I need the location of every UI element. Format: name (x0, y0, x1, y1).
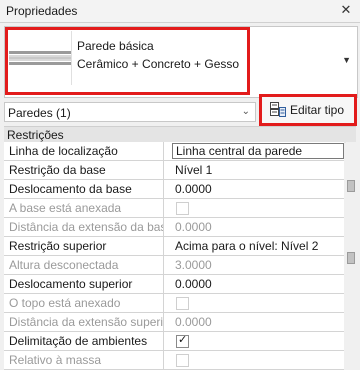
top-extension-value: 0.0000 (175, 315, 212, 329)
property-row-base-attached: A base está anexada (4, 199, 344, 218)
edit-type-button[interactable]: Editar tipo (259, 94, 357, 126)
chevron-down-icon: ⌄ (241, 106, 250, 117)
base-attached-checkbox (176, 202, 189, 215)
properties-titlebar: Propriedades ✕ (0, 0, 360, 23)
property-row-related-to-mass: Relativo à massa (4, 351, 344, 370)
top-attached-checkbox (176, 297, 189, 310)
type-name: Parede básica (77, 39, 154, 53)
base-extension-value: 0.0000 (175, 220, 212, 234)
wall-type-icon (9, 31, 72, 85)
base-constraint-value[interactable]: Nível 1 (172, 161, 344, 179)
property-row-location-line[interactable]: Linha de localização Linha central da pa… (4, 142, 344, 161)
top-constraint-value[interactable]: Acima para o nível: Nível 2 (172, 237, 344, 255)
property-row-top-constraint[interactable]: Restrição superior Acima para o nível: N… (4, 237, 344, 256)
property-name: Restrição da base (4, 161, 164, 179)
property-name: Distância da extensão superior (4, 313, 164, 331)
property-row-top-offset[interactable]: Deslocamento superior 0.0000 (4, 275, 344, 294)
property-name: Deslocamento superior (4, 275, 164, 293)
property-name: Distância da extensão da base (4, 218, 164, 236)
base-offset-input[interactable]: 0.0000 (172, 180, 344, 198)
property-name: Deslocamento da base (4, 180, 164, 198)
property-row-unconnected-height: Altura desconectada 3.0000 (4, 256, 344, 275)
location-line-select[interactable]: Linha central da parede (172, 143, 344, 159)
scroll-thumb[interactable] (347, 180, 355, 192)
property-row-base-extension: Distância da extensão da base 0.0000 (4, 218, 344, 237)
property-name: O topo está anexado (4, 294, 164, 312)
property-row-top-attached: O topo está anexado (4, 294, 344, 313)
property-row-base-offset[interactable]: Deslocamento da base 0.0000 (4, 180, 344, 199)
property-name: A base está anexada (4, 199, 164, 217)
room-bounding-checkbox[interactable]: ✓ (176, 334, 189, 348)
property-row-room-bounding[interactable]: Delimitação de ambientes ✓ (4, 332, 344, 351)
property-scrollbar[interactable] (346, 142, 356, 360)
type-selector[interactable]: Parede básica Cerâmico + Concreto + Gess… (4, 26, 358, 98)
section-constraints[interactable]: Restrições (4, 126, 356, 143)
instance-filter-dropdown[interactable]: Paredes (1) ⌄ (4, 102, 256, 122)
related-to-mass-checkbox (176, 354, 189, 367)
dropdown-arrow-icon[interactable]: ▼ (342, 55, 351, 65)
edit-type-icon (269, 101, 287, 119)
property-name: Altura desconectada (4, 256, 164, 274)
edit-type-label: Editar tipo (290, 103, 345, 117)
property-row-top-extension: Distância da extensão superior 0.0000 (4, 313, 344, 332)
top-offset-input[interactable]: 0.0000 (172, 275, 344, 293)
type-description: Cerâmico + Concreto + Gesso (77, 57, 240, 71)
panel-title: Propriedades (6, 4, 78, 18)
check-icon: ✓ (178, 334, 188, 346)
property-name: Restrição superior (4, 237, 164, 255)
instance-filter-label: Paredes (1) (8, 106, 71, 120)
section-label: Restrições (7, 128, 64, 142)
unconnected-height-value: 3.0000 (175, 258, 212, 272)
property-row-base-constraint[interactable]: Restrição da base Nível 1 (4, 161, 344, 180)
instance-row: Paredes (1) ⌄ Editar tipo (4, 94, 357, 126)
property-name: Linha de localização (4, 142, 164, 160)
property-name: Relativo à massa (4, 351, 164, 369)
property-name: Delimitação de ambientes (4, 332, 164, 350)
scroll-thumb[interactable] (347, 252, 355, 264)
property-grid: Linha de localização Linha central da pa… (4, 142, 344, 370)
close-icon[interactable]: ✕ (338, 2, 354, 18)
